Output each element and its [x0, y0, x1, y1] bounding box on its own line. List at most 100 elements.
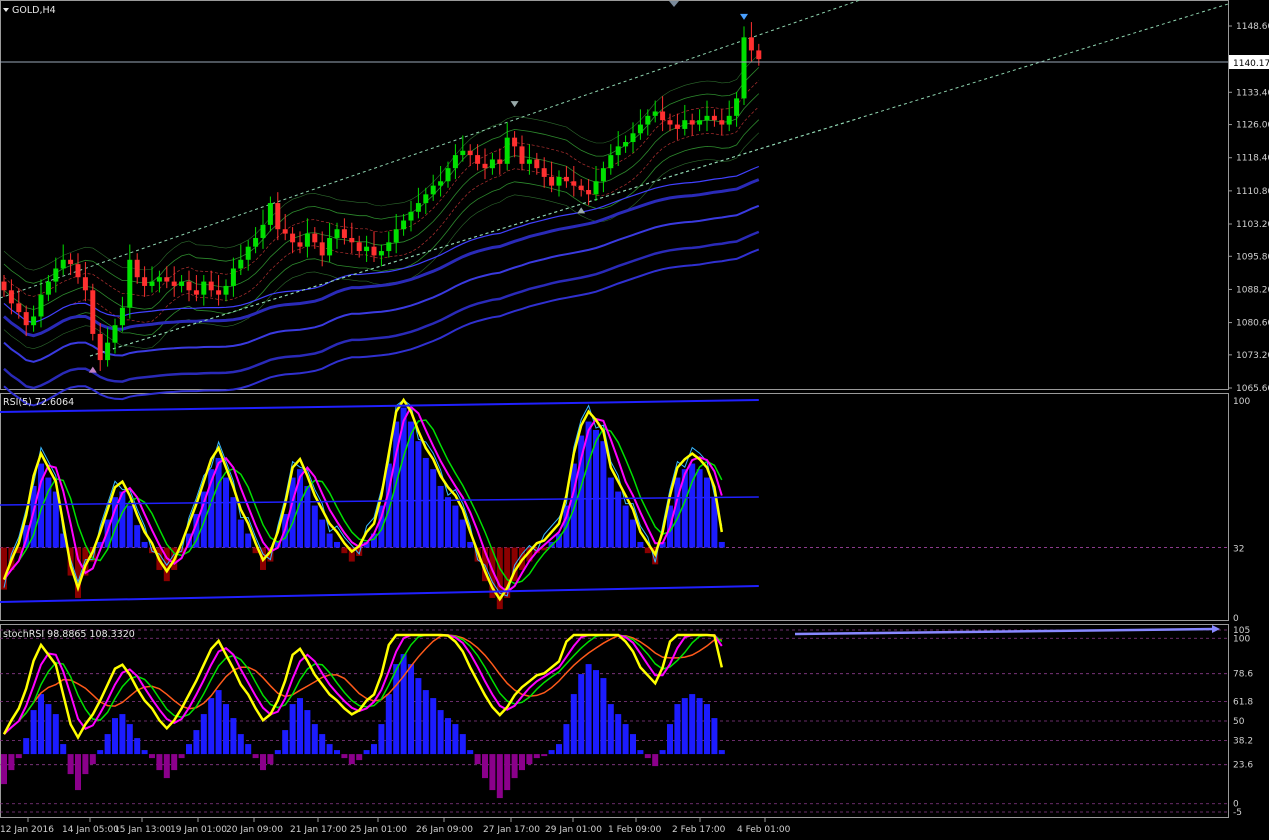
stoch-title: stochRSI 98.8865 108.3320	[3, 629, 135, 640]
rsi-histogram-bar	[134, 525, 141, 548]
stoch-tick-label: 100	[1233, 634, 1250, 644]
stoch-histogram-bar	[193, 730, 200, 755]
stoch-histogram-bar	[186, 744, 192, 755]
candle-body	[319, 242, 325, 256]
candle-body	[571, 181, 577, 186]
stoch-histogram-bar	[489, 754, 496, 791]
candle-body	[149, 281, 155, 286]
rsi-histogram-bar	[467, 541, 474, 548]
stoch-histogram-bar	[141, 750, 148, 755]
candle-body	[593, 181, 599, 195]
rsi-histogram-bar	[430, 469, 437, 548]
stoch-histogram-bar	[415, 678, 422, 755]
candle-body	[60, 259, 66, 269]
candle-body	[134, 259, 140, 278]
candle-body	[519, 146, 525, 164]
stoch-histogram-bar	[89, 754, 96, 765]
candle-body	[186, 281, 192, 291]
stoch-histogram-bar	[496, 754, 503, 799]
candle-body	[600, 168, 606, 182]
stoch-histogram-bar	[245, 744, 252, 755]
candle-body	[97, 333, 103, 361]
stoch-tick-label: 38.2	[1233, 737, 1253, 747]
stoch-histogram-bar	[163, 754, 170, 779]
rsi-histogram-bar	[319, 519, 326, 548]
candle-body	[482, 163, 488, 169]
rsi-histogram-bar	[570, 463, 577, 548]
rsi-histogram-bar	[126, 505, 133, 548]
stoch-histogram-bar	[223, 704, 229, 755]
candle-body	[475, 155, 481, 164]
stoch-histogram-bar	[75, 754, 81, 791]
stoch-histogram-bar	[718, 750, 725, 755]
rsi-tick-label: 32	[1233, 545, 1244, 555]
stoch-histogram-bar	[326, 744, 333, 755]
candle-body	[467, 150, 473, 156]
time-tick-label: 4 Feb 01:00	[737, 825, 791, 835]
candle-body	[297, 242, 303, 247]
stoch-histogram-bar	[334, 750, 340, 755]
candle-body	[578, 185, 584, 190]
candle-body	[364, 246, 370, 252]
candle-body	[253, 237, 259, 247]
candle-body	[267, 203, 273, 225]
stoch-histogram-bar	[311, 724, 318, 755]
stoch-histogram-bar	[385, 694, 392, 755]
stoch-histogram-bar	[467, 750, 474, 755]
candle-body	[105, 342, 111, 361]
candle-body	[282, 229, 288, 234]
candle-body	[711, 115, 717, 121]
stoch-histogram-bar	[126, 724, 133, 755]
candle-body	[748, 37, 754, 51]
candle-body	[719, 120, 725, 125]
stoch-histogram-bar	[526, 754, 533, 765]
candle-body	[334, 229, 340, 238]
stoch-histogram-bar	[1, 754, 7, 785]
candle-body	[623, 142, 629, 147]
price-tick-label: 1080.60	[1236, 319, 1269, 329]
rsi-histogram-bar	[437, 485, 444, 548]
stoch-histogram-bar	[570, 694, 577, 755]
candle-body	[674, 124, 680, 129]
stoch-histogram-bar	[60, 744, 67, 755]
stoch-histogram-bar	[556, 744, 562, 755]
rsi-histogram-bar	[230, 497, 237, 548]
candle-body	[356, 242, 362, 252]
stoch-histogram-bar	[400, 654, 407, 755]
stoch-histogram-bar	[652, 754, 659, 767]
symbol-title: GOLD,H4	[12, 5, 56, 16]
rsi-histogram-bar	[615, 491, 622, 548]
candle-body	[75, 264, 81, 278]
stoch-histogram-bar	[274, 750, 281, 755]
stoch-histogram-bar	[615, 714, 622, 755]
rsi-histogram-bar	[459, 519, 466, 548]
stoch-histogram-bar	[45, 704, 52, 755]
stoch-histogram-bar	[119, 714, 126, 755]
candle-body	[371, 246, 377, 256]
rsi-histogram-bar	[622, 505, 629, 548]
candle-body	[660, 111, 666, 121]
candle-body	[423, 194, 429, 204]
candle-body	[378, 251, 384, 256]
price-tick-label: 1073.20	[1236, 351, 1269, 361]
rsi-histogram-bar	[607, 477, 614, 548]
price-tick-label: 1110.80	[1236, 187, 1269, 197]
candle-body	[16, 303, 22, 313]
stoch-histogram-bar	[519, 754, 525, 771]
candle-body	[341, 229, 347, 238]
rsi-histogram-bar	[415, 441, 422, 548]
candle-body	[445, 168, 451, 182]
rsi-tick-label: 0	[1233, 614, 1239, 624]
stoch-tick-label: 23.6	[1233, 761, 1253, 771]
candle-body	[156, 277, 162, 282]
stoch-histogram-bar	[356, 754, 363, 761]
stoch-histogram-bar	[504, 754, 511, 791]
stoch-histogram-bar	[607, 704, 614, 755]
candle-body	[327, 237, 333, 256]
stoch-histogram-bar	[156, 754, 163, 771]
candle-body	[31, 316, 37, 326]
stoch-histogram-bar	[8, 754, 15, 771]
candle-body	[704, 115, 710, 121]
price-tick-label: 1118.40	[1236, 154, 1269, 164]
candle-body	[534, 159, 540, 169]
